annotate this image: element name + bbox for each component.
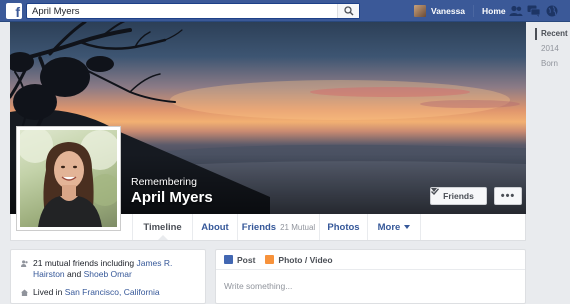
- nav-icons: [509, 4, 559, 18]
- nav-user-area: Vanessa Home: [414, 0, 506, 22]
- notifications-globe-icon[interactable]: [545, 4, 559, 18]
- lived-in-prefix: Lived in: [33, 287, 63, 297]
- tab-about[interactable]: About: [192, 214, 237, 240]
- tab-friends[interactable]: Friends 21 Mutual: [237, 214, 319, 240]
- tab-timeline[interactable]: Timeline: [132, 214, 192, 240]
- mutual-friends-and: and: [67, 269, 82, 279]
- tab-friends-label: Friends: [241, 221, 277, 233]
- mutual-friends-prefix: 21 mutual friends including: [33, 258, 135, 268]
- composer-tab-photo-label: Photo / Video: [278, 254, 333, 265]
- timeline-scrubber: Recent 2014 Born: [533, 28, 570, 73]
- composer-input[interactable]: [224, 280, 514, 292]
- chevron-down-icon: [431, 188, 437, 192]
- mutual-friends-row: 21 mutual friends including James R. Hai…: [21, 258, 203, 280]
- tab-more-label: More: [377, 221, 401, 233]
- profile-photo-image: [20, 130, 117, 227]
- friends-button-label: Friends: [443, 191, 474, 201]
- composer-tab-post-label: Post: [237, 254, 256, 265]
- lived-in-row: Lived in San Francisco, California: [21, 287, 203, 298]
- friends-icon: [21, 260, 28, 267]
- photo-icon: [265, 255, 275, 264]
- composer-tab-photo[interactable]: Photo / Video: [265, 254, 333, 265]
- top-navigation-bar: f Vanessa Home: [0, 0, 570, 22]
- post-composer: Post Photo / Video: [215, 249, 526, 304]
- tab-timeline-label: Timeline: [143, 221, 182, 233]
- friend-requests-icon[interactable]: [509, 4, 523, 18]
- lived-in-text: Lived in San Francisco, California: [33, 287, 160, 298]
- nav-divider: [473, 5, 475, 17]
- tab-photos[interactable]: Photos: [319, 214, 367, 240]
- tab-photos-label: Photos: [327, 221, 360, 233]
- scrubber-item-born[interactable]: Born: [533, 58, 570, 73]
- avatar[interactable]: [414, 5, 426, 17]
- messages-icon[interactable]: [527, 4, 541, 18]
- search-box: [26, 3, 360, 19]
- tab-more[interactable]: More: [367, 214, 421, 240]
- remembering-label: Remembering: [131, 176, 197, 188]
- profile-name[interactable]: April Myers: [131, 189, 213, 206]
- nav-home-link[interactable]: Home: [482, 6, 506, 16]
- tab-friends-mutual-count: 21 Mutual: [280, 222, 316, 232]
- composer-tabs: Post Photo / Video: [216, 250, 525, 270]
- chevron-down-icon: [404, 225, 411, 229]
- intro-card: 21 mutual friends including James R. Hai…: [10, 249, 206, 304]
- pencil-icon: [224, 255, 233, 264]
- home-icon: [21, 289, 28, 296]
- more-options-button[interactable]: •••: [494, 187, 522, 205]
- friends-button[interactable]: Friends: [430, 187, 487, 205]
- nav-user-name[interactable]: Vanessa: [431, 6, 465, 16]
- mutual-friend-link-2[interactable]: Shoeb Omar: [84, 269, 132, 279]
- mutual-friends-text: 21 mutual friends including James R. Hai…: [33, 258, 203, 280]
- profile-picture[interactable]: [16, 126, 121, 231]
- search-button[interactable]: [337, 4, 359, 18]
- lived-in-place-link[interactable]: San Francisco, California: [65, 287, 160, 297]
- scrubber-item-recent[interactable]: Recent: [533, 28, 570, 43]
- search-icon: [343, 6, 353, 16]
- tab-about-label: About: [201, 221, 229, 233]
- composer-tab-post[interactable]: Post: [224, 255, 255, 265]
- facebook-logo-icon[interactable]: f: [6, 3, 22, 20]
- search-input[interactable]: [27, 4, 337, 18]
- scrubber-item-2014[interactable]: 2014: [533, 43, 570, 58]
